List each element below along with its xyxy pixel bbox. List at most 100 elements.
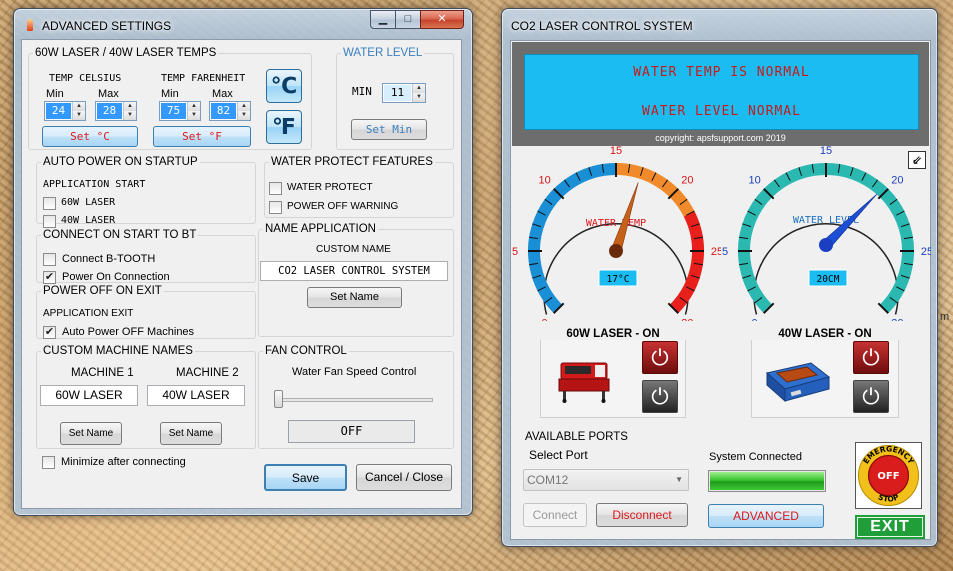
- farenheit-icon-button[interactable]: ℉: [266, 110, 302, 144]
- machine2-power-off-button[interactable]: ⏻: [853, 380, 889, 413]
- exit-label: EXIT: [858, 518, 922, 536]
- power-icon: ⏻: [651, 345, 669, 370]
- auto-power-off-label: Auto Power OFF Machines: [62, 326, 195, 338]
- farenheit-max-value: 82: [211, 103, 236, 119]
- machine1-label: MACHINE 1: [71, 367, 134, 379]
- system-connected-label: System Connected: [709, 451, 802, 463]
- gauge-temp-readout: 17°C: [607, 274, 630, 285]
- emergency-stop-button[interactable]: EMERGENCY STOP OFF: [855, 442, 922, 509]
- auto-power-40w-checkbox[interactable]: [43, 215, 56, 228]
- celsius-max-label: Max: [98, 88, 119, 100]
- set-machine2-name-button[interactable]: Set Name: [160, 422, 222, 445]
- machine2-power-on-button[interactable]: ⏻: [853, 341, 889, 374]
- auto-power-group: AUTO POWER ON STARTUP: [36, 156, 256, 224]
- maximize-icon: □: [404, 13, 412, 25]
- save-button[interactable]: Save: [264, 464, 347, 491]
- celsius-icon: ℃: [270, 73, 298, 98]
- spin-down-icon[interactable]: ▼: [187, 111, 200, 120]
- spin-down-icon[interactable]: ▼: [237, 111, 250, 120]
- machine2-title: 40W LASER - ON: [751, 328, 899, 340]
- close-button[interactable]: ✕: [420, 10, 464, 29]
- level-gauge-tick-label: 5: [722, 246, 728, 258]
- set-machine1-name-button[interactable]: Set Name: [60, 422, 122, 445]
- minimize-after-connecting-label: Minimize after connecting: [61, 456, 186, 468]
- celsius-icon-button[interactable]: ℃: [266, 69, 302, 103]
- farenheit-min-label: Min: [161, 88, 179, 100]
- copyright-text: copyright: apsfsupport.com 2019: [655, 133, 786, 143]
- temp-gauge-tick-label: 15: [610, 145, 622, 157]
- minimize-after-connecting-checkbox[interactable]: [42, 456, 55, 469]
- water-protect-checkbox[interactable]: [269, 182, 282, 195]
- power-icon: ⏻: [651, 384, 669, 409]
- main-window-title: CO2 LASER CONTROL SYSTEM: [511, 19, 693, 33]
- spin-down-icon[interactable]: ▼: [72, 111, 85, 120]
- app-name-input[interactable]: CO2 LASER CONTROL SYSTEM: [260, 261, 448, 281]
- spin-down-icon[interactable]: ▼: [412, 93, 425, 102]
- laser-60w-machine-image: [558, 362, 610, 403]
- minimize-button[interactable]: ▁: [370, 10, 396, 29]
- power-icon: ⏻: [862, 384, 880, 409]
- checkmark-icon: ✔: [44, 271, 55, 283]
- custom-names-title: CUSTOM MACHINE NAMES: [43, 345, 193, 357]
- water-protect-title: WATER PROTECT FEATURES: [271, 156, 433, 168]
- connect-button[interactable]: Connect: [523, 503, 587, 527]
- temp-gauge-tick-label: 0: [542, 317, 548, 321]
- set-celsius-button[interactable]: Set °C: [42, 126, 138, 147]
- power-off-title: POWER OFF ON EXIT: [43, 285, 162, 297]
- farenheit-max-spinner[interactable]: 82 ▲ ▼: [209, 101, 251, 121]
- exit-button[interactable]: EXIT: [855, 515, 925, 539]
- water-min-spinner[interactable]: 11 ▲ ▼: [382, 83, 426, 103]
- power-on-connection-checkbox[interactable]: ✔: [43, 271, 56, 284]
- machine1-power-on-button[interactable]: ⏻: [642, 341, 678, 374]
- temp-gauge-tick-label: 10: [538, 175, 550, 187]
- gauge-level-readout: 20CM: [817, 274, 840, 285]
- spin-up-icon[interactable]: ▲: [187, 102, 200, 111]
- power-off-warning-checkbox[interactable]: [269, 201, 282, 214]
- connection-progress-fill: [710, 472, 824, 490]
- spin-up-icon[interactable]: ▲: [123, 102, 136, 111]
- main-control-window: CO2 LASER CONTROL SYSTEM WATER TEMP IS N…: [501, 8, 938, 547]
- auto-power-off-checkbox[interactable]: ✔: [43, 326, 56, 339]
- level-gauge-tick-label: 15: [820, 145, 832, 157]
- advanced-settings-window: ADVANCED SETTINGS ▁ □ ✕ 60W LASER / 40W …: [13, 8, 473, 516]
- port-select[interactable]: COM12 ▼: [523, 469, 689, 491]
- fan-speed-label: Water Fan Speed Control: [292, 366, 417, 378]
- fan-speed-slider-thumb[interactable]: [274, 390, 283, 408]
- connect-bt-checkbox[interactable]: [43, 253, 56, 266]
- spin-up-icon[interactable]: ▲: [412, 84, 425, 93]
- farenheit-max-label: Max: [212, 88, 233, 100]
- fan-control-title: FAN CONTROL: [265, 345, 347, 357]
- auto-power-subtitle: APPLICATION START: [43, 179, 146, 190]
- temp-gauge-tick-label: 30: [681, 317, 693, 321]
- spin-up-icon[interactable]: ▲: [237, 102, 250, 111]
- spin-down-icon[interactable]: ▼: [123, 111, 136, 120]
- machine1-power-off-button[interactable]: ⏻: [642, 380, 678, 413]
- temp-gauge-band: [669, 211, 704, 314]
- advanced-button[interactable]: ADVANCED: [708, 504, 824, 528]
- disconnect-button[interactable]: Disconnect: [596, 503, 688, 527]
- machine1-title: 60W LASER - ON: [540, 328, 686, 340]
- fan-speed-slider-track[interactable]: [274, 398, 433, 402]
- farenheit-min-spinner[interactable]: 75 ▲ ▼: [159, 101, 201, 121]
- auto-power-60w-checkbox[interactable]: [43, 197, 56, 210]
- cancel-close-button[interactable]: Cancel / Close: [356, 464, 452, 491]
- machine2-name-input[interactable]: 40W LASER: [147, 385, 245, 406]
- set-app-name-button[interactable]: Set Name: [307, 287, 402, 308]
- celsius-max-spinner[interactable]: 28 ▲ ▼: [95, 101, 137, 121]
- laser-temps-title: 60W LASER / 40W LASER TEMPS: [35, 47, 217, 59]
- emergency-center-text: OFF: [877, 471, 899, 482]
- level-gauge-tick-label: 25: [921, 246, 931, 258]
- select-port-label: Select Port: [529, 448, 588, 462]
- auto-power-40w-label: 40W LASER: [61, 215, 116, 226]
- maximize-button[interactable]: □: [395, 10, 421, 29]
- chevron-down-icon: ▼: [675, 475, 683, 484]
- celsius-min-spinner[interactable]: 24 ▲ ▼: [44, 101, 86, 121]
- machine1-name-input[interactable]: 60W LASER: [40, 385, 138, 406]
- spin-up-icon[interactable]: ▲: [72, 102, 85, 111]
- set-farenheit-button[interactable]: Set °F: [153, 126, 251, 147]
- custom-name-label: CUSTOM NAME: [316, 244, 391, 255]
- app-flame-icon: [27, 19, 33, 31]
- level-gauge-tick-label: 0: [752, 317, 758, 321]
- set-min-button[interactable]: Set Min: [351, 119, 427, 140]
- available-ports-title: AVAILABLE PORTS: [525, 431, 628, 443]
